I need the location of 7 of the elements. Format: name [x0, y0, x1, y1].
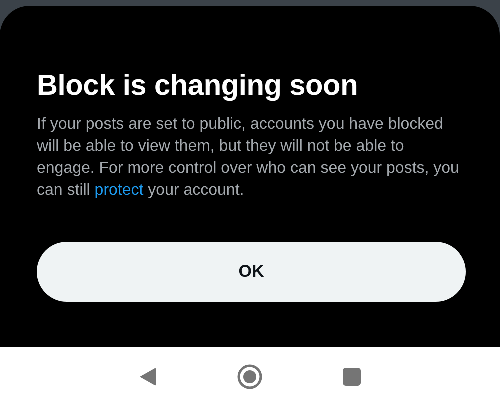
- protect-link[interactable]: protect: [94, 182, 144, 199]
- recents-icon[interactable]: [343, 368, 361, 386]
- back-icon[interactable]: [139, 366, 157, 386]
- home-icon[interactable]: [237, 364, 263, 390]
- dialog-title: Block is changing soon: [37, 69, 360, 104]
- ok-button[interactable]: OK: [37, 242, 466, 302]
- dialog-message: If your posts are set to public, accounts you have blocked will be able to view them, but they will not be able to engage. For more control over who can see your posts, you can still protect your account.: [37, 115, 460, 201]
